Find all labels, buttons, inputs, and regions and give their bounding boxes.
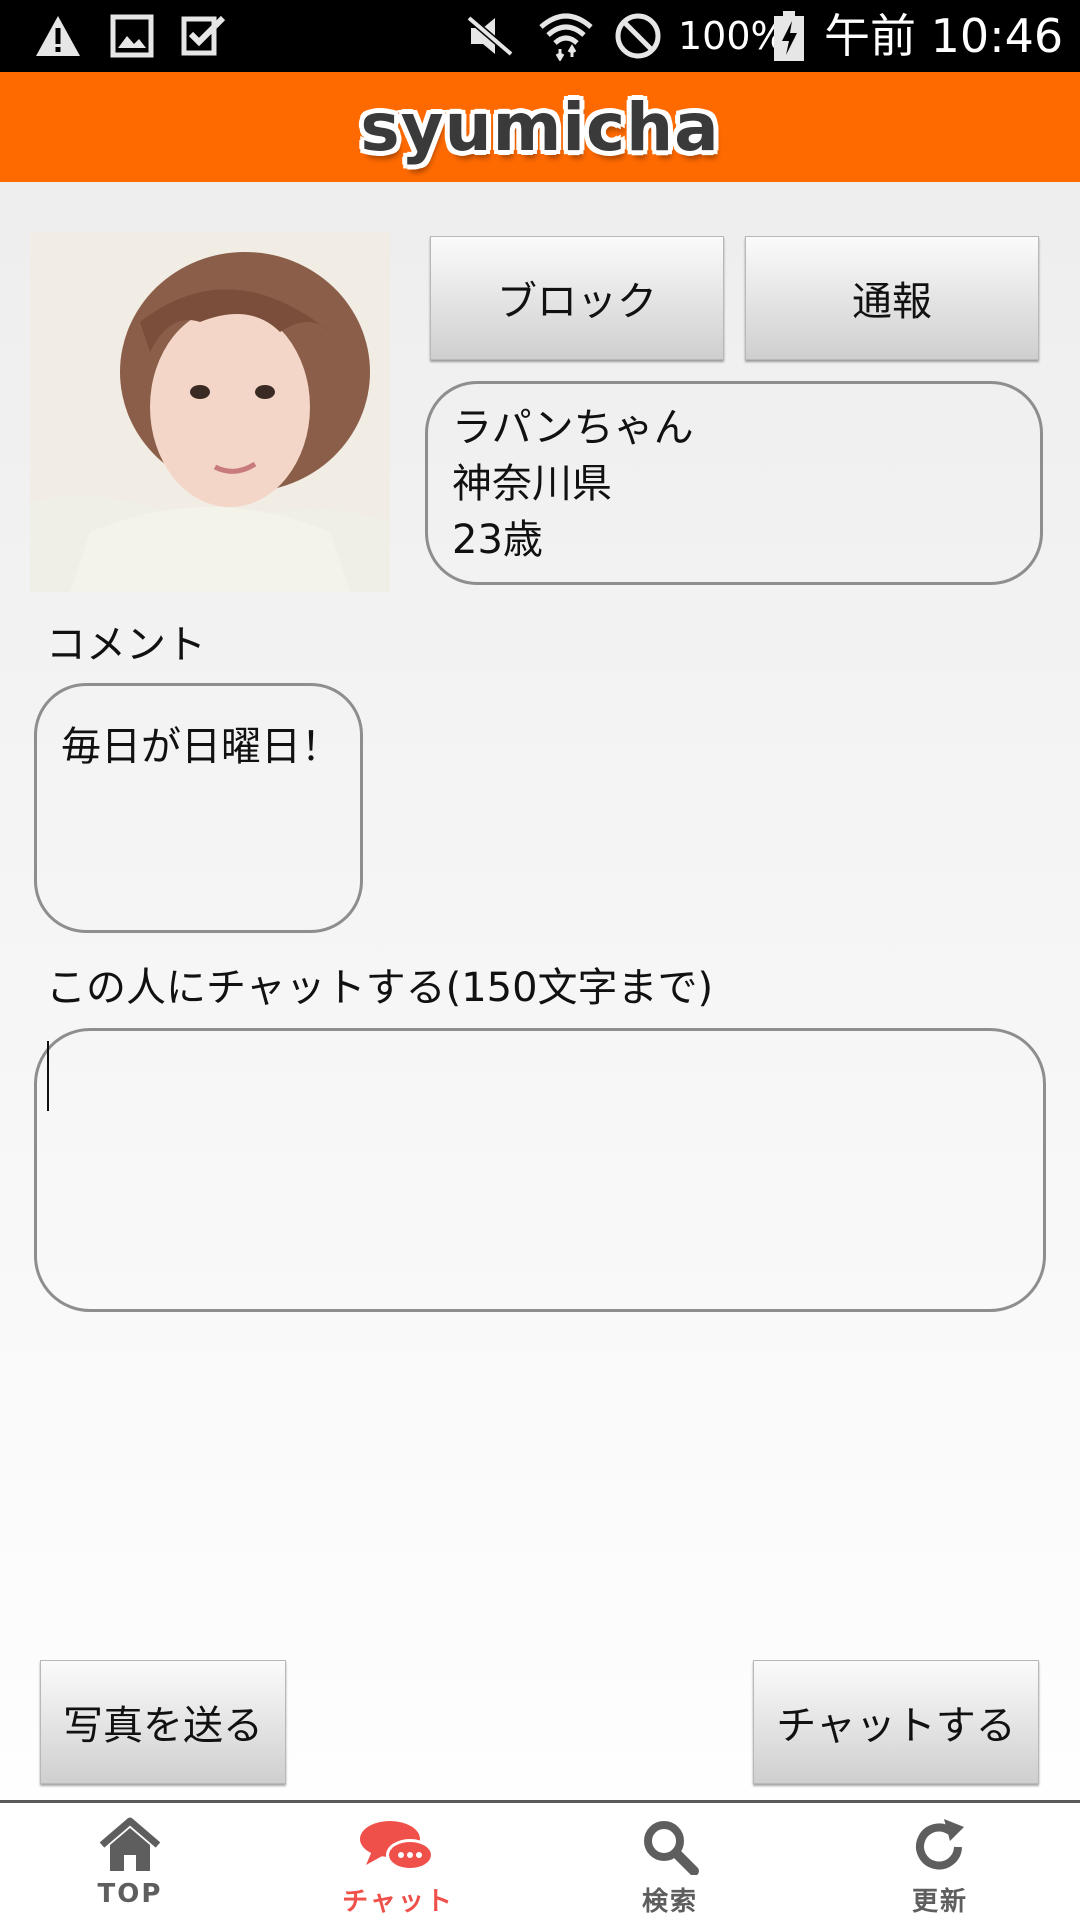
bottom-navigation: TOP チャット 検索 更新 — [0, 1800, 1080, 1920]
warning-icon — [30, 10, 86, 62]
image-icon — [104, 10, 160, 62]
app-header: syumicha — [0, 72, 1080, 182]
chat-heading: この人にチャットする(150文字まで) — [46, 965, 714, 1011]
send-chat-button[interactable]: チャットする — [753, 1660, 1039, 1784]
battery-percent: 100% — [678, 14, 787, 58]
vibrate-off-icon — [462, 10, 518, 62]
block-button[interactable]: ブロック — [430, 236, 724, 360]
nav-label-chat: チャット — [342, 1887, 454, 1917]
text-cursor — [47, 1041, 49, 1111]
nav-item-refresh[interactable]: 更新 — [840, 1803, 1040, 1920]
comment-heading: コメント — [46, 622, 206, 668]
nav-item-chat[interactable]: チャット — [298, 1803, 498, 1920]
nav-label-search: 検索 — [641, 1887, 698, 1917]
chat-input[interactable] — [34, 1028, 1046, 1312]
search-icon — [640, 1817, 700, 1879]
comment-box: 毎日が日曜日！ — [34, 683, 363, 933]
profile-name: ラパンちゃん — [452, 405, 694, 451]
clock: 午前 10:46 — [824, 9, 1064, 63]
nav-label-refresh: 更新 — [911, 1887, 968, 1917]
refresh-icon — [910, 1817, 970, 1879]
battery-charging-icon — [772, 10, 806, 62]
app-logo: syumicha — [360, 88, 720, 166]
nav-item-top[interactable]: TOP — [30, 1803, 230, 1920]
status-bar: 100% 午前 10:46 — [0, 0, 1080, 72]
checkbox-icon — [176, 10, 232, 62]
send-photo-button[interactable]: 写真を送る — [40, 1660, 286, 1784]
profile-photo[interactable] — [30, 232, 390, 592]
wifi-icon — [534, 10, 598, 62]
profile-info-box: ラパンちゃん 神奈川県 23歳 — [425, 381, 1043, 585]
home-icon — [98, 1817, 162, 1877]
chat-bubbles-icon — [358, 1819, 438, 1879]
nav-item-search[interactable]: 検索 — [570, 1803, 770, 1920]
nav-label-top: TOP — [97, 1879, 163, 1909]
profile-age: 23歳 — [452, 517, 543, 563]
do-not-disturb-icon — [610, 10, 666, 62]
report-button[interactable]: 通報 — [745, 236, 1039, 360]
profile-prefecture: 神奈川県 — [452, 461, 612, 507]
comment-text: 毎日が日曜日！ — [61, 724, 341, 770]
